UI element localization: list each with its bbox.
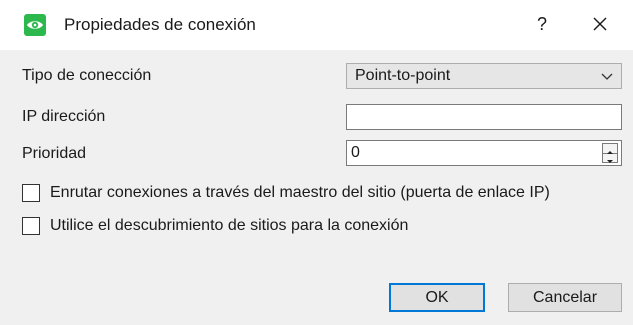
connection-type-value: Point-to-point bbox=[355, 67, 451, 84]
title-bar: Propiedades de conexión ? bbox=[0, 0, 633, 50]
priority-label: Prioridad bbox=[22, 145, 87, 162]
route-via-master-checkbox[interactable] bbox=[22, 184, 40, 202]
chevron-down-icon bbox=[601, 73, 613, 80]
connection-type-label: Tipo de conección bbox=[22, 67, 152, 84]
connection-type-select[interactable]: Point-to-point bbox=[346, 63, 622, 89]
eye-icon bbox=[24, 14, 46, 36]
priority-spinbox[interactable]: 0 bbox=[346, 140, 622, 166]
triangle-down-icon bbox=[607, 160, 613, 163]
help-button[interactable]: ? bbox=[532, 12, 552, 36]
site-discovery-label: Utilice el descubrimiento de sitios para… bbox=[50, 217, 409, 234]
priority-value: 0 bbox=[351, 144, 360, 161]
close-icon bbox=[593, 17, 607, 31]
cancel-button[interactable]: Cancelar bbox=[508, 283, 622, 312]
close-button[interactable] bbox=[588, 12, 612, 36]
route-via-master-label: Enrutar conexiones a través del maestro … bbox=[50, 184, 550, 201]
spin-down-button[interactable] bbox=[603, 153, 617, 163]
site-discovery-checkbox[interactable] bbox=[22, 217, 40, 235]
priority-spinner[interactable] bbox=[602, 143, 618, 163]
dialog-title: Propiedades de conexión bbox=[64, 15, 256, 34]
ip-address-label: IP dirección bbox=[22, 108, 106, 125]
ok-button[interactable]: OK bbox=[389, 283, 485, 312]
ip-address-input[interactable] bbox=[346, 104, 622, 130]
